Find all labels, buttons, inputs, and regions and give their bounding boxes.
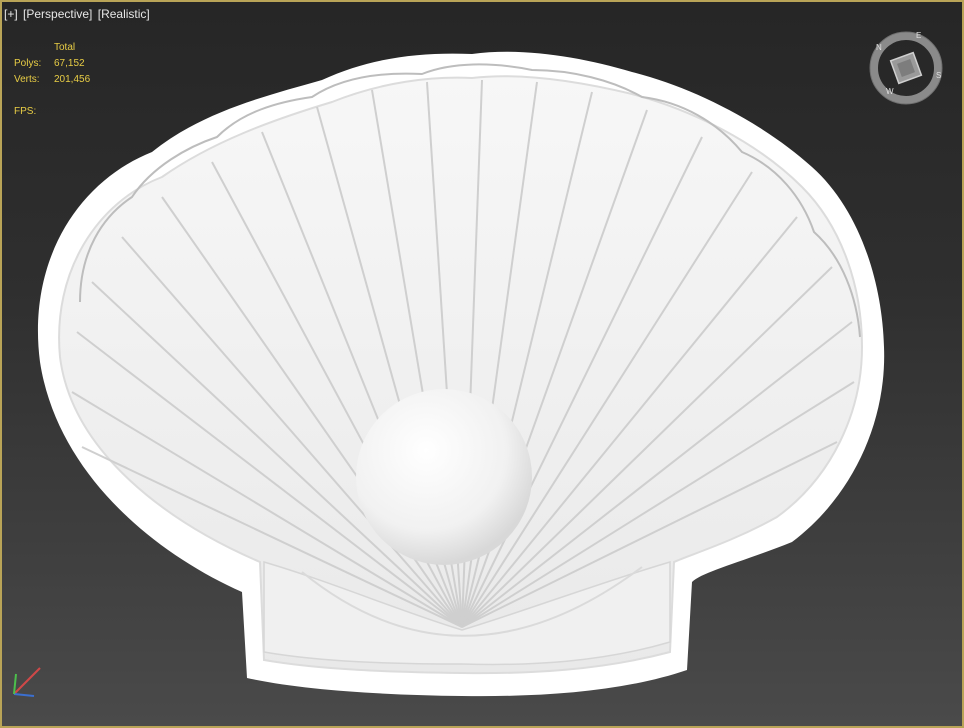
viewcube-south-letter: S <box>936 71 941 80</box>
viewcube-east-letter: E <box>916 31 921 40</box>
shell-body <box>58 75 864 675</box>
viewcube-west-letter: W <box>886 87 894 96</box>
viewcube-north-letter: N <box>876 43 882 52</box>
viewcube-navigation[interactable]: N E S W <box>866 28 946 108</box>
pearl <box>356 389 532 565</box>
viewport-perspective[interactable]: [+] [Perspective] [Realistic] Total Poly… <box>0 0 964 728</box>
shell-model[interactable] <box>2 2 962 726</box>
axis-tripod-icon <box>13 667 41 697</box>
